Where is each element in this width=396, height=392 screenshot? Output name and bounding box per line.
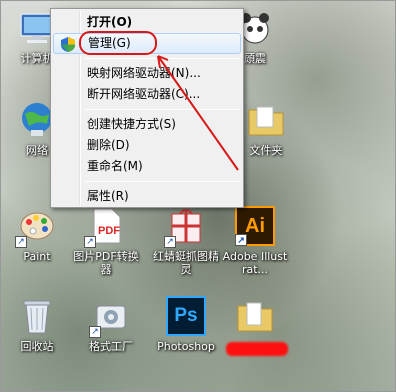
desktop-icon-recycle-bin[interactable]: 回收站 bbox=[4, 296, 70, 353]
desktop-icon-photoshop-label: Photoshop bbox=[157, 340, 215, 353]
desktop-icon-hongqing[interactable]: ↗ 红蜻蜓抓图精灵 bbox=[153, 206, 219, 276]
format-factory-icon: ↗ bbox=[89, 296, 131, 338]
menu-separator bbox=[85, 181, 239, 182]
menu-item-manage[interactable]: 管理(G) bbox=[53, 33, 241, 54]
paint-palette-icon: ↗ bbox=[15, 206, 57, 248]
desktop-icon-paint-label: Paint bbox=[23, 250, 51, 263]
shortcut-arrow-icon: ↗ bbox=[89, 326, 101, 338]
menu-item-manage-label: 管理(G) bbox=[88, 36, 131, 50]
menu-item-open-label: 打开(O) bbox=[87, 15, 133, 29]
shortcut-arrow-icon: ↗ bbox=[84, 236, 96, 248]
desktop-icon-pdf-converter[interactable]: PDF ↗ 图片PDF转换器 bbox=[73, 206, 139, 276]
pdf-document-icon: PDF ↗ bbox=[84, 206, 126, 248]
desktop-icon-folder-bottom[interactable] bbox=[222, 296, 288, 340]
ps-logo-text: Ps bbox=[174, 305, 198, 326]
menu-item-disconnect-drive[interactable]: 断开网络驱动器(C)... bbox=[53, 84, 241, 105]
desktop-icon-format-factory-label: 格式工厂 bbox=[89, 340, 133, 353]
dragonfly-gift-icon: ↗ bbox=[164, 206, 206, 248]
menu-item-delete-label: 删除(D) bbox=[87, 138, 130, 152]
menu-item-properties-label: 属性(R) bbox=[87, 189, 129, 203]
shortcut-arrow-icon: ↗ bbox=[15, 236, 27, 248]
folder-icon bbox=[246, 100, 286, 140]
menu-separator bbox=[85, 58, 239, 59]
shortcut-arrow-icon: ↗ bbox=[235, 234, 247, 246]
desktop-icon-format-factory[interactable]: ↗ 格式工厂 bbox=[78, 296, 144, 353]
desktop-icon-illustrator-label: Adobe Illustrat... bbox=[222, 250, 288, 276]
menu-item-delete[interactable]: 删除(D) bbox=[53, 135, 241, 156]
svg-text:PDF: PDF bbox=[98, 225, 120, 237]
illustrator-icon: Ai ↗ bbox=[235, 206, 275, 246]
desktop-icon-photoshop[interactable]: Ps Photoshop bbox=[150, 296, 222, 353]
context-menu: 打开(O) 管理(G) 映射网络驱动器(N)... 断开网络驱动器(C)... … bbox=[50, 8, 244, 208]
desktop-icon-hongqing-label: 红蜻蜓抓图精灵 bbox=[153, 250, 219, 276]
shortcut-arrow-icon: ↗ bbox=[164, 236, 176, 248]
photoshop-icon: Ps bbox=[166, 296, 206, 336]
desktop-icon-paint[interactable]: ↗ Paint bbox=[4, 206, 70, 263]
folder-icon bbox=[235, 296, 275, 336]
menu-item-map-drive-label: 映射网络驱动器(N)... bbox=[87, 66, 201, 80]
menu-item-properties[interactable]: 属性(R) bbox=[53, 186, 241, 207]
menu-separator bbox=[85, 109, 239, 110]
recycle-bin-icon bbox=[17, 296, 57, 336]
desktop-icon-pdf-converter-label: 图片PDF转换器 bbox=[73, 250, 139, 276]
shield-icon bbox=[60, 37, 76, 52]
menu-item-rename-label: 重命名(M) bbox=[87, 159, 143, 173]
menu-item-disconnect-drive-label: 断开网络驱动器(C)... bbox=[87, 87, 201, 101]
menu-item-create-shortcut[interactable]: 创建快捷方式(S) bbox=[53, 114, 241, 135]
menu-item-open[interactable]: 打开(O) bbox=[53, 12, 241, 33]
menu-item-map-drive[interactable]: 映射网络驱动器(N)... bbox=[53, 63, 241, 84]
desktop-icon-recycle-bin-label: 回收站 bbox=[20, 340, 54, 353]
redacted-label-mark bbox=[226, 342, 288, 356]
ai-logo-text: Ai bbox=[245, 215, 265, 237]
menu-item-rename[interactable]: 重命名(M) bbox=[53, 156, 241, 177]
menu-item-create-shortcut-label: 创建快捷方式(S) bbox=[87, 117, 176, 131]
desktop-icon-illustrator[interactable]: Ai ↗ Adobe Illustrat... bbox=[222, 206, 288, 276]
